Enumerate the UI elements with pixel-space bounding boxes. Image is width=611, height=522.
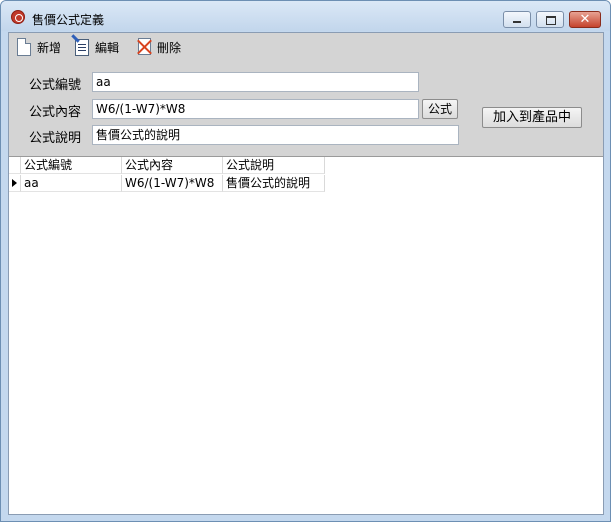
- row-selector[interactable]: [9, 175, 21, 192]
- delete-icon: [135, 37, 153, 57]
- toolbar: 新增 編輯 刪除: [9, 33, 603, 61]
- edit-button[interactable]: 編輯: [71, 34, 120, 58]
- grid-corner: [9, 157, 21, 174]
- desc-label: 公式說明: [29, 131, 82, 146]
- formula-form: 公式編號 aa 公式內容 W6/(1-W7)*W8 公式 公式說明 售價公式的說…: [9, 61, 603, 157]
- maximize-icon: [546, 16, 556, 25]
- maximize-button[interactable]: [536, 11, 564, 28]
- content-input[interactable]: W6/(1-W7)*W8: [92, 99, 419, 119]
- new-document-icon: [15, 37, 33, 57]
- new-button[interactable]: 新增: [15, 36, 61, 58]
- edit-button-label: 編輯: [95, 40, 120, 55]
- app-window: 售價公式定義 ✕ 新增 編輯 刪除 公式編號 aa 公式內容 W6/(1-W7)…: [0, 0, 611, 522]
- new-button-label: 新增: [37, 40, 62, 55]
- title-bar[interactable]: 售價公式定義 ✕: [1, 1, 610, 31]
- content-label: 公式內容: [29, 105, 82, 120]
- app-globe-icon: [11, 10, 25, 24]
- add-to-product-button[interactable]: 加入到產品中: [482, 107, 582, 128]
- formula-grid: 公式編號 公式內容 公式說明 aa W6/(1-W7)*W8 售價公式的說明: [9, 157, 603, 514]
- table-cell[interactable]: aa: [21, 175, 122, 192]
- table-cell[interactable]: W6/(1-W7)*W8: [122, 175, 223, 192]
- minimize-icon: [513, 21, 521, 23]
- window-title: 售價公式定義: [32, 13, 105, 27]
- formula-button[interactable]: 公式: [422, 99, 458, 119]
- close-button[interactable]: ✕: [569, 11, 601, 28]
- code-input[interactable]: aa: [92, 72, 419, 92]
- delete-button-label: 刪除: [157, 40, 182, 55]
- edit-document-icon: [71, 34, 91, 57]
- client-area: 新增 編輯 刪除 公式編號 aa 公式內容 W6/(1-W7)*W8 公式 公式…: [8, 32, 604, 515]
- table-row[interactable]: aa W6/(1-W7)*W8 售價公式的說明: [9, 175, 325, 192]
- delete-button[interactable]: 刪除: [135, 36, 181, 58]
- column-header[interactable]: 公式說明: [223, 157, 325, 174]
- minimize-button[interactable]: [503, 11, 531, 28]
- column-header[interactable]: 公式內容: [122, 157, 223, 174]
- close-icon: ✕: [579, 12, 591, 27]
- grid-header-row: 公式編號 公式內容 公式說明: [9, 157, 325, 174]
- current-row-arrow-icon: [12, 179, 17, 187]
- table-cell[interactable]: 售價公式的說明: [223, 175, 325, 192]
- code-label: 公式編號: [29, 78, 82, 93]
- column-header[interactable]: 公式編號: [21, 157, 122, 174]
- desc-input[interactable]: 售價公式的說明: [92, 125, 459, 145]
